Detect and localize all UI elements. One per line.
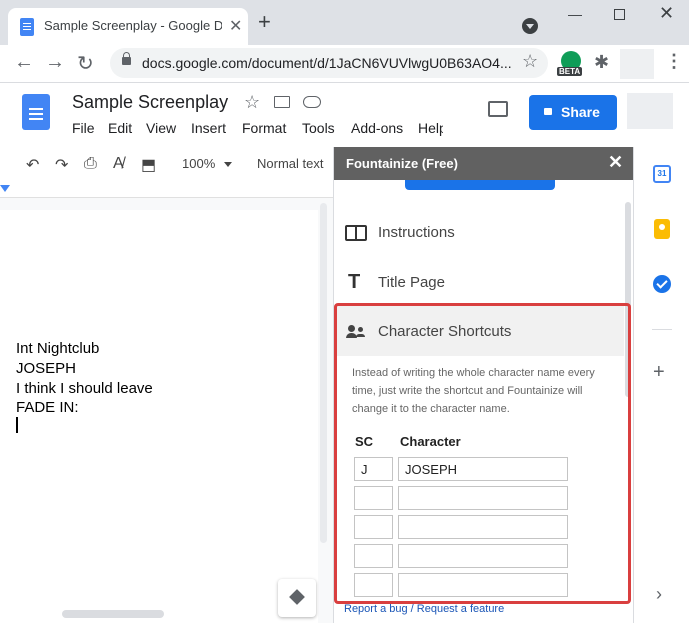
bookmark-star-icon[interactable]: ☆	[522, 51, 538, 72]
doc-line[interactable]: Int Nightclub	[16, 340, 99, 357]
lock-icon[interactable]	[122, 52, 131, 65]
close-icon[interactable]: ✕	[608, 152, 623, 173]
move-folder-icon[interactable]	[274, 96, 290, 108]
menu-view[interactable]: View	[146, 120, 176, 136]
extensions-puzzle-icon[interactable]: ✱	[594, 52, 609, 73]
spellcheck-icon[interactable]: A̸	[113, 155, 124, 173]
tasks-icon[interactable]	[653, 275, 671, 293]
redo-icon[interactable]: ↷	[55, 155, 68, 175]
docs-favicon-icon	[20, 18, 34, 36]
menu-insert[interactable]: Insert	[191, 120, 226, 136]
address-bar[interactable]: docs.google.com/document/d/1JaCN6VUVlwgU…	[110, 48, 548, 78]
extension-beta-badge: BETA	[557, 67, 583, 76]
formatting-toolbar: ↶ ↷ ⎙ A̸ ⬒ 100% Normal text	[0, 147, 333, 181]
expand-panel-icon[interactable]: ›	[656, 584, 662, 605]
account-avatar[interactable]	[627, 93, 673, 129]
sidebar-title: Fountainize (Free)	[346, 156, 458, 171]
doc-line[interactable]: FADE IN:	[16, 399, 79, 416]
tab-title: Sample Screenplay - Google Docs	[44, 18, 222, 33]
comment-history-icon[interactable]	[488, 101, 508, 117]
chevron-down-icon[interactable]	[224, 162, 232, 167]
back-icon[interactable]: ←	[14, 51, 34, 74]
share-label: Share	[561, 104, 600, 120]
sidebar-action-button[interactable]	[405, 180, 555, 190]
sidebar-item-label: Instructions	[378, 224, 455, 241]
browser-menu-icon[interactable]: ⋮	[665, 51, 683, 72]
menu-addons[interactable]: Add-ons	[351, 120, 403, 136]
text-cursor	[16, 417, 18, 433]
browser-toolbar: ← → ↻ docs.google.com/document/d/1JaCN6V…	[0, 45, 689, 83]
document-canvas: Int Nightclub JOSEPH I think I should le…	[0, 198, 333, 623]
doc-line[interactable]: JOSEPH	[16, 360, 76, 377]
document-page[interactable]: Int Nightclub JOSEPH I think I should le…	[0, 210, 318, 623]
url-text[interactable]: docs.google.com/document/d/1JaCN6VUVlwgU…	[142, 55, 522, 71]
forward-icon[interactable]: →	[45, 51, 65, 74]
window-maximize-button[interactable]	[614, 9, 625, 20]
document-scrollbar[interactable]	[320, 203, 327, 543]
tab-close-icon[interactable]: ✕	[229, 16, 242, 36]
menu-file[interactable]: File	[72, 120, 95, 136]
browser-tab-strip: Sample Screenplay - Google Docs ✕ + — ✕	[0, 0, 689, 45]
add-addon-icon[interactable]: +	[653, 361, 665, 384]
browser-tab[interactable]: Sample Screenplay - Google Docs ✕	[8, 8, 248, 45]
new-tab-button[interactable]: +	[258, 11, 271, 33]
side-panel: 31 + ›	[633, 147, 689, 623]
menu-format[interactable]: Format	[242, 120, 286, 136]
menu-help[interactable]: Help	[418, 120, 443, 136]
calendar-icon[interactable]: 31	[653, 165, 671, 183]
divider	[652, 329, 672, 330]
undo-icon[interactable]: ↶	[26, 155, 39, 175]
zoom-select[interactable]: 100%	[182, 156, 215, 171]
docs-header: Sample Screenplay ☆ File Edit View Inser…	[0, 84, 689, 147]
paragraph-style-select[interactable]: Normal text	[257, 156, 323, 171]
star-icon[interactable]: ☆	[244, 92, 260, 113]
explore-button[interactable]	[278, 579, 316, 617]
horizontal-scrollbar[interactable]	[62, 610, 164, 618]
lock-icon	[544, 108, 552, 115]
explore-icon	[289, 589, 305, 605]
sidebar-header: Fountainize (Free) ✕	[334, 147, 634, 180]
window-minimize-button[interactable]: —	[568, 6, 582, 22]
book-icon	[345, 225, 367, 241]
doc-line[interactable]: I think I should leave	[16, 380, 153, 397]
reload-icon[interactable]: ↻	[77, 51, 94, 76]
cloud-status-icon[interactable]	[303, 96, 321, 108]
highlight-box	[334, 303, 631, 604]
print-icon[interactable]: ⎙	[84, 155, 97, 173]
document-title[interactable]: Sample Screenplay	[72, 92, 228, 113]
indent-marker-icon[interactable]	[0, 185, 10, 192]
sidebar-item-title-page[interactable]: T Title Page	[334, 257, 624, 307]
docs-logo-icon[interactable]	[22, 94, 50, 130]
title-t-icon: T	[348, 271, 361, 293]
window-close-button[interactable]: ✕	[659, 3, 674, 24]
sidebar-item-label: Title Page	[378, 274, 445, 291]
profile-avatar[interactable]	[620, 49, 654, 79]
menu-tools[interactable]: Tools	[302, 120, 335, 136]
menu-edit[interactable]: Edit	[108, 120, 132, 136]
share-button[interactable]: Share	[529, 95, 617, 130]
paint-format-icon[interactable]: ⬒	[141, 155, 156, 175]
keep-icon[interactable]	[654, 219, 670, 239]
report-bug-link[interactable]: Report a bug / Request a feature	[344, 603, 504, 615]
ruler	[0, 182, 333, 198]
sidebar-item-instructions[interactable]: Instructions	[334, 207, 624, 257]
tab-search-icon[interactable]	[522, 18, 538, 34]
